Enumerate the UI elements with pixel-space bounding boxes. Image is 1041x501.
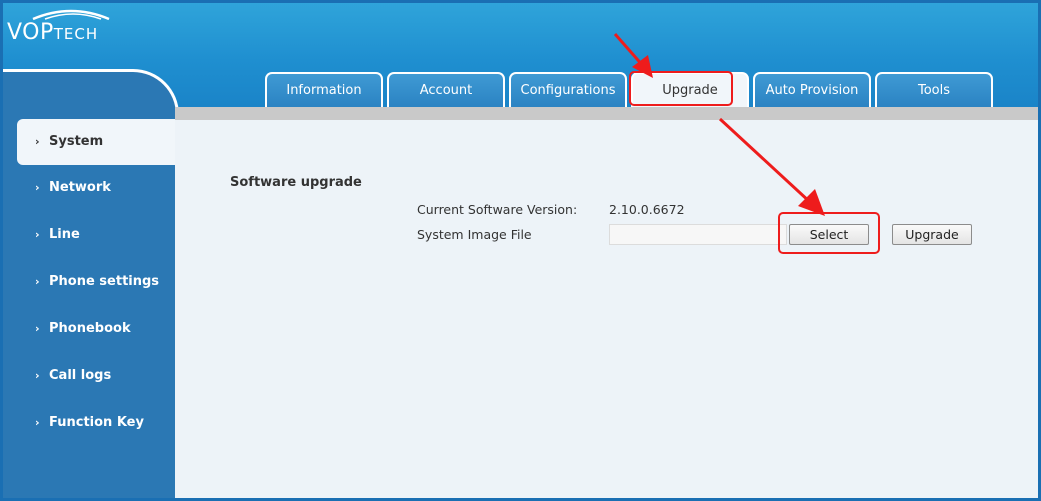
- sidebar-item-label: Function Key: [49, 415, 144, 430]
- sidebar-item-label: Phone settings: [49, 274, 160, 289]
- bullet-icon: ›: [35, 416, 40, 429]
- sidebar-item-phone-settings[interactable]: › Phone settings: [17, 259, 175, 305]
- upgrade-button[interactable]: Upgrade: [892, 224, 972, 245]
- sidebar-item-system[interactable]: › System: [17, 119, 175, 165]
- logo-swoosh-icon: [32, 9, 110, 21]
- current-version-label: Current Software Version:: [417, 202, 578, 217]
- upgrade-tab-highlight: [629, 71, 733, 106]
- tab-auto-provision[interactable]: Auto Provision: [753, 72, 871, 108]
- bullet-icon: ›: [35, 275, 40, 288]
- section-title: Software upgrade: [230, 175, 362, 190]
- sidebar-item-network[interactable]: › Network: [17, 165, 175, 211]
- image-file-label: System Image File: [417, 227, 532, 242]
- select-button-highlight: [778, 212, 880, 254]
- bullet-icon: ›: [35, 322, 40, 335]
- sidebar-item-line[interactable]: › Line: [17, 212, 175, 258]
- sidebar-item-label: Network: [49, 180, 111, 195]
- web-ui-frame: VOPTECH Information Account Configuratio…: [0, 0, 1041, 501]
- image-file-input[interactable]: [609, 224, 787, 245]
- tab-underline-bar: [175, 107, 1038, 120]
- bullet-icon: ›: [35, 369, 40, 382]
- tab-tools[interactable]: Tools: [875, 72, 993, 108]
- bullet-icon: ›: [35, 135, 40, 148]
- logo-sub-text: TECH: [53, 25, 99, 43]
- main-content: Software upgrade Current Software Versio…: [175, 120, 1038, 498]
- brand-logo: VOPTECH: [7, 20, 98, 45]
- sidebar-item-phonebook[interactable]: › Phonebook: [17, 306, 175, 352]
- sidebar-item-label: Line: [49, 227, 80, 242]
- sidebar-item-function-key[interactable]: › Function Key: [17, 400, 175, 446]
- sidebar-item-label: Call logs: [49, 368, 112, 383]
- tab-configurations[interactable]: Configurations: [509, 72, 627, 108]
- sidebar-item-label: System: [49, 134, 104, 149]
- bullet-icon: ›: [35, 181, 40, 194]
- bullet-icon: ›: [35, 228, 40, 241]
- tab-information[interactable]: Information: [265, 72, 383, 108]
- logo-main-text: VOP: [7, 20, 54, 45]
- sidebar-item-label: Phonebook: [49, 321, 131, 336]
- current-version-value: 2.10.0.6672: [609, 202, 685, 217]
- tab-account[interactable]: Account: [387, 72, 505, 108]
- sidebar-item-call-logs[interactable]: › Call logs: [17, 353, 175, 399]
